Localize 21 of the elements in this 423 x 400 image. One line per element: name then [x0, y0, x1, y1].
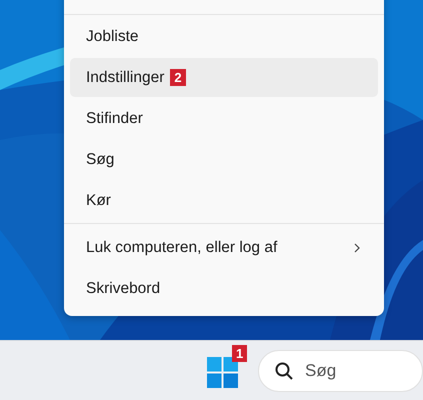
- menu-item[interactable]: Skrivebord: [70, 269, 378, 308]
- menu-item-label: Søg: [86, 150, 114, 168]
- menu-item[interactable]: Stifinder: [70, 99, 378, 138]
- chevron-icon: [354, 242, 360, 252]
- menu-item-label: Kør: [86, 192, 111, 210]
- menu-item-label: Indstillinger: [86, 68, 164, 86]
- start-icon[interactable]: [207, 356, 238, 388]
- menu-item-label: Luk computeren, eller log af: [86, 238, 278, 256]
- search-input[interactable]: Søg: [303, 360, 407, 382]
- menu-item[interactable]: Luk computeren, eller log af: [70, 228, 378, 267]
- number-badge: 1: [232, 344, 248, 362]
- search-icon: [275, 362, 293, 380]
- number-badge: 2: [170, 69, 186, 86]
- menu-item-label: Skrivebord: [86, 280, 160, 298]
- menu-item[interactable]: Søg: [70, 140, 378, 179]
- menu-item[interactable]: Indstillinger 2: [70, 58, 378, 97]
- menu-item-label: Jobliste: [86, 28, 139, 46]
- menu-item-label: Stifinder: [86, 110, 143, 128]
- search-field[interactable]: Søg: [258, 350, 423, 392]
- menu-item[interactable]: Kør: [70, 181, 378, 220]
- menu-item[interactable]: Jobliste: [70, 17, 378, 56]
